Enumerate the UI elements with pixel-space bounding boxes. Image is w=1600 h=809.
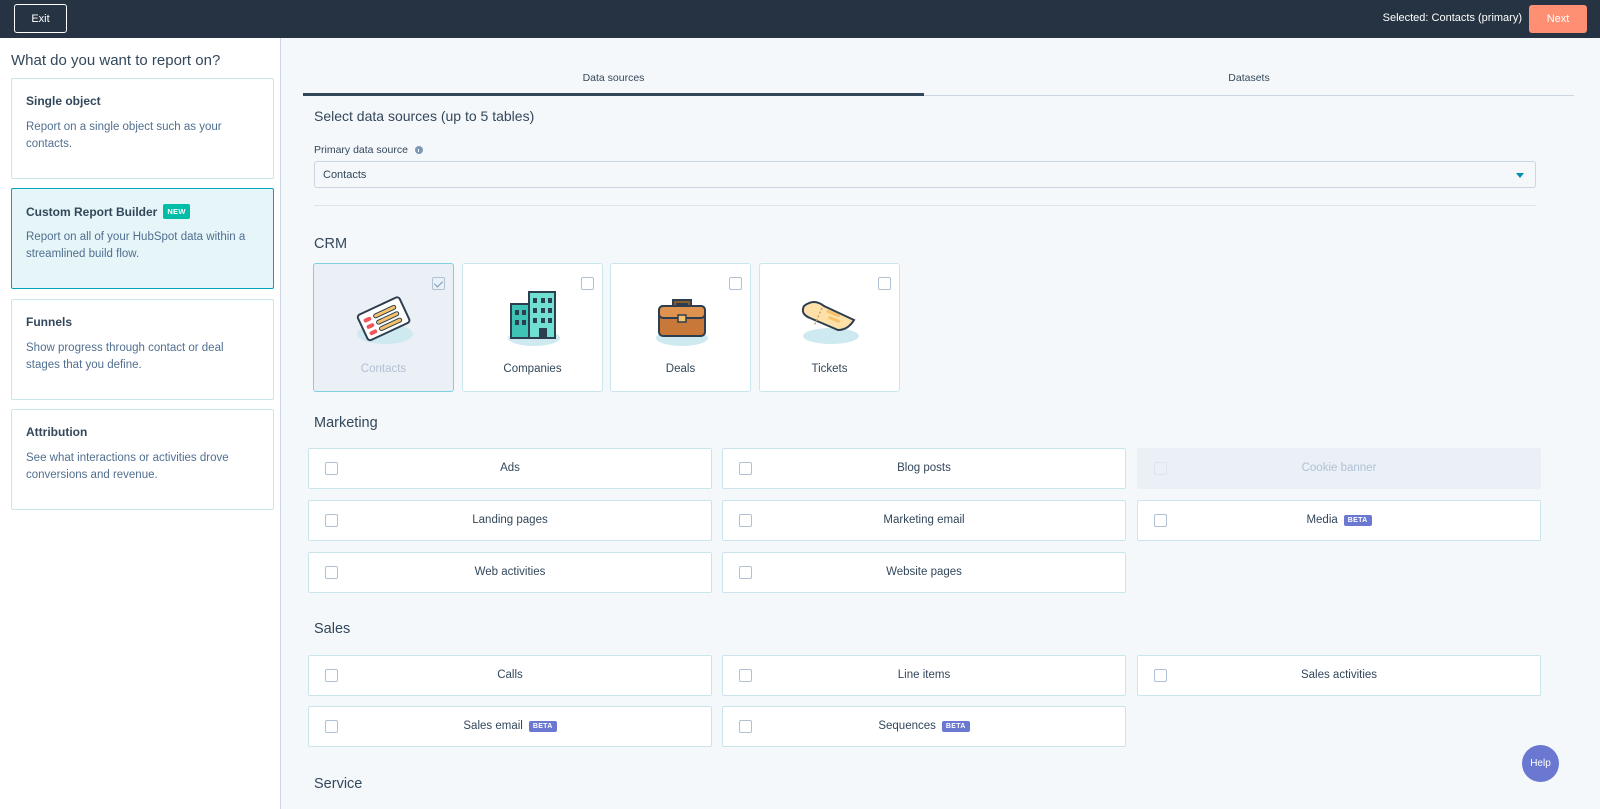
source-line-items[interactable]: Line items xyxy=(722,655,1126,696)
source-label: Marketing email xyxy=(883,514,965,526)
exit-button[interactable]: Exit xyxy=(14,4,67,33)
crm-card-label: Deals xyxy=(665,363,696,375)
next-button[interactable]: Next xyxy=(1529,5,1587,33)
service-heading: Service xyxy=(314,776,363,792)
info-icon[interactable] xyxy=(414,146,423,154)
main-panel: Data sources Datasets Select data source… xyxy=(282,38,1600,809)
source-media[interactable]: Media BETA xyxy=(1137,500,1541,541)
source-label: Ads xyxy=(500,462,520,474)
crm-card-deals[interactable]: Deals xyxy=(610,263,751,392)
source-sales-activities[interactable]: Sales activities xyxy=(1137,655,1541,696)
crm-card-label: Companies xyxy=(503,363,562,375)
checkbox[interactable] xyxy=(432,277,445,290)
source-sequences[interactable]: Sequences BETA xyxy=(722,706,1126,747)
report-card-description: See what interactions or activities drov… xyxy=(26,452,229,481)
crm-card-contacts[interactable]: Contacts xyxy=(313,263,454,392)
source-label: Sales email BETA xyxy=(309,720,711,732)
checkbox[interactable] xyxy=(729,277,742,290)
primary-data-source-select[interactable]: Contacts xyxy=(314,161,1536,188)
crm-card-tickets[interactable]: Tickets xyxy=(759,263,900,392)
source-calls[interactable]: Calls xyxy=(308,655,712,696)
beta-badge: BETA xyxy=(528,720,557,732)
report-card-title: Attribution xyxy=(26,425,88,439)
tab-data-sources[interactable]: Data sources xyxy=(303,58,924,96)
tab-datasets[interactable]: Datasets xyxy=(924,58,1574,96)
new-badge: NEW xyxy=(163,204,190,219)
source-label: Website pages xyxy=(886,566,962,578)
divider xyxy=(314,205,1536,206)
tab-bar: Data sources Datasets xyxy=(303,58,1574,96)
source-cookie-banner: Cookie banner xyxy=(1137,448,1541,489)
beta-badge: BETA xyxy=(941,720,970,732)
report-card-custom-report-builder[interactable]: Custom Report Builder NEW Report on all … xyxy=(11,188,274,289)
companies-icon xyxy=(508,291,560,346)
source-marketing-email[interactable]: Marketing email xyxy=(722,500,1126,541)
source-label: Blog posts xyxy=(897,462,951,474)
sales-heading: Sales xyxy=(314,621,351,637)
report-card-funnels[interactable]: Funnels Show progress through contact or… xyxy=(11,299,274,400)
crm-heading: CRM xyxy=(314,236,348,252)
source-landing-pages[interactable]: Landing pages xyxy=(308,500,712,541)
crm-card-label: Tickets xyxy=(811,363,848,375)
checkbox[interactable] xyxy=(878,277,891,290)
report-type-sidebar: What do you want to report on? Single ob… xyxy=(0,38,281,809)
help-button[interactable]: Help xyxy=(1522,745,1559,782)
source-web-activities[interactable]: Web activities xyxy=(308,552,712,593)
report-card-title: Single object xyxy=(26,94,101,108)
report-card-description: Show progress through contact or deal st… xyxy=(26,342,224,371)
source-label: Cookie banner xyxy=(1301,462,1377,474)
source-label: Calls xyxy=(497,669,523,681)
source-blog-posts[interactable]: Blog posts xyxy=(722,448,1126,489)
top-bar: Exit Selected: Contacts (primary) Next xyxy=(0,0,1600,38)
section-heading: Select data sources (up to 5 tables) xyxy=(314,108,535,124)
report-card-description: Report on a single object such as your c… xyxy=(26,121,222,150)
source-sales-email[interactable]: Sales email BETA xyxy=(308,706,712,747)
source-label: Line items xyxy=(897,669,951,681)
report-card-title: Funnels xyxy=(26,315,73,329)
report-card-title: Custom Report Builder NEW xyxy=(26,204,190,219)
report-card-attribution[interactable]: Attribution See what interactions or act… xyxy=(11,409,274,510)
source-ads[interactable]: Ads xyxy=(308,448,712,489)
marketing-heading: Marketing xyxy=(314,415,378,431)
beta-badge: BETA xyxy=(1343,514,1372,526)
source-website-pages[interactable]: Website pages xyxy=(722,552,1126,593)
crm-card-companies[interactable]: Companies xyxy=(462,263,603,392)
source-label: Web activities xyxy=(474,566,546,578)
contacts-icon xyxy=(356,296,413,344)
source-label: Sales activities xyxy=(1300,669,1378,681)
report-card-description: Report on all of your HubSpot data withi… xyxy=(26,231,246,260)
source-label: Sequences BETA xyxy=(723,720,1125,732)
selected-status: Selected: Contacts (primary) xyxy=(1382,12,1522,24)
deals-icon xyxy=(656,299,708,346)
caret-down-icon xyxy=(1516,173,1524,178)
source-label: Landing pages xyxy=(472,514,548,526)
source-label: Media BETA xyxy=(1138,514,1540,526)
checkbox[interactable] xyxy=(581,277,594,290)
primary-data-source-label: Primary data source xyxy=(314,144,423,156)
tickets-icon xyxy=(801,301,859,344)
report-card-single-object[interactable]: Single object Report on a single object … xyxy=(11,78,274,179)
sidebar-title: What do you want to report on? xyxy=(11,52,221,69)
crm-card-label: Contacts xyxy=(360,363,407,375)
